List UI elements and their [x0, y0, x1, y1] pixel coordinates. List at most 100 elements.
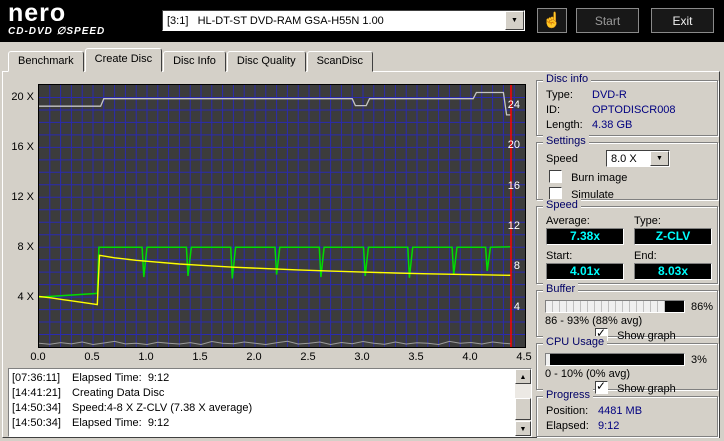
speed-select-value: 8.0 X [611, 152, 637, 165]
x-axis-tick: 1.0 [138, 351, 154, 363]
log-line: [14:41:21] Creating Data Disc [12, 387, 165, 399]
right-axis-tick: 16 [507, 179, 520, 192]
x-axis-tick: 0.5 [84, 351, 100, 363]
scroll-up-button[interactable]: ▲ [515, 369, 531, 384]
hand-icon: ☝ [542, 12, 562, 29]
burn-image-label: Burn image [571, 172, 628, 184]
left-axis-tick: 16 X [11, 141, 34, 154]
write-speed-chart: 24 20 16 12 8 4 [38, 84, 526, 348]
disc-info-title: Disc info [543, 73, 592, 85]
log-line: [14:50:34] Elapsed Time: 9:12 [12, 417, 170, 429]
nero-logo-text: nero [8, 0, 67, 27]
x-axis-tick: 4.5 [516, 351, 532, 363]
cpu-show-graph-label: Show graph [617, 383, 676, 395]
x-axis-tick: 3.5 [408, 351, 424, 363]
buffer-range-text: 86 - 93% (88% avg) [545, 315, 643, 327]
drive-select-dropdown-button[interactable]: ▼ [505, 11, 524, 30]
chart-x-axis-labels: 0.0 0.5 1.0 1.5 2.0 2.5 3.0 3.5 4.0 4.5 [30, 351, 538, 363]
disc-length-value: 4.38 GB [592, 119, 633, 131]
disc-id-label: ID: [546, 104, 561, 116]
elapsed-value: 9:12 [598, 420, 620, 432]
event-log: [07:36:11] Elapsed Time: 9:12 [14:41:21] Cr… [8, 368, 532, 437]
nero-cd-dvd-speed-window: nero CD-DVD ∅SPEED [3:1] HL-DT-ST DVD-RA… [0, 0, 724, 441]
start-button[interactable]: Start [576, 8, 639, 33]
position-value: 4481 MB [598, 405, 643, 417]
scroll-down-button[interactable]: ▼ [515, 421, 531, 436]
right-axis-tick: 24 [507, 99, 520, 112]
left-axis-tick: 8 X [17, 241, 34, 254]
disc-type-value: DVD-R [592, 89, 627, 101]
left-axis-tick: 12 X [11, 191, 34, 204]
tab-disc-info[interactable]: Disc Info [163, 51, 226, 72]
disc-info-group: Disc info Type: DVD-R ID: OPTODISCR008 Len… [536, 73, 718, 136]
buffer-show-graph-label: Show graph [617, 330, 676, 342]
chart-left-axis-labels: 20 X 16 X 12 X 8 X 4 X [4, 85, 34, 347]
chart-canvas [39, 85, 525, 347]
tab-scandisc[interactable]: ScanDisc [306, 51, 374, 72]
speed-label: Speed [546, 152, 578, 165]
exit-button[interactable]: Exit [651, 8, 714, 33]
progress-group: Progress Position: 4481 MB Elapsed: 9:12 [536, 389, 718, 437]
buffer-progress-fill [546, 301, 665, 312]
buffer-title: Buffer [543, 283, 579, 295]
average-speed-value: 7.38x [546, 228, 624, 245]
cpu-progress-fill [546, 354, 551, 365]
speed-select-dropdown-button[interactable]: ▼ [650, 151, 669, 166]
x-axis-tick: 2.0 [246, 351, 262, 363]
tab-bar: Benchmark Create Disc Disc Info Disc Qualit… [8, 48, 374, 72]
buffer-group: Buffer 86% 86 - 93% (88% avg) Show graph [536, 283, 718, 342]
progress-title: Progress [543, 389, 594, 401]
start-speed-label: Start: [546, 250, 573, 262]
start-speed-value: 4.01x [546, 263, 624, 280]
right-axis-tick: 12 [507, 220, 520, 233]
tab-disc-quality[interactable]: Disc Quality [226, 51, 306, 72]
log-line: [14:50:34] Speed:4-8 X Z-CLV (7.38 X aver… [12, 402, 253, 414]
speed-select-combobox[interactable]: 8.0 X ▼ [606, 150, 670, 167]
elapsed-label: Elapsed: [546, 420, 589, 432]
speed-type-value: Z-CLV [634, 228, 712, 245]
right-axis-tick: 20 [507, 139, 520, 152]
drive-select-combobox[interactable]: [3:1] HL-DT-ST DVD-RAM GSA-H55N 1.00 ▼ [162, 10, 525, 31]
position-label: Position: [546, 405, 589, 417]
cpu-percent: 3% [691, 353, 707, 366]
end-speed-value: 8.03x [634, 263, 712, 280]
burn-image-checkbox[interactable] [549, 170, 562, 183]
average-label: Average: [546, 215, 590, 227]
header-bar: nero CD-DVD ∅SPEED [3:1] HL-DT-ST DVD-RA… [0, 0, 724, 42]
cpu-usage-group: CPU Usage 3% 0 - 10% (0% avg) Show graph [536, 336, 718, 395]
x-axis-tick: 1.5 [192, 351, 208, 363]
tab-create-disc[interactable]: Create Disc [84, 48, 163, 72]
x-axis-tick: 2.5 [300, 351, 316, 363]
buffer-progress-bar [545, 300, 685, 313]
tab-benchmark[interactable]: Benchmark [8, 51, 84, 72]
cd-dvd-speed-logo-text: CD-DVD ∅SPEED [8, 26, 106, 37]
settings-title: Settings [543, 135, 589, 147]
left-axis-tick: 4 X [17, 291, 34, 304]
event-log-lines: [07:36:11] Elapsed Time: 9:12 [14:41:21] Cr… [12, 371, 513, 434]
type-label: Type: [634, 215, 661, 227]
cpu-usage-title: CPU Usage [543, 336, 608, 348]
buffer-percent: 86% [691, 300, 714, 313]
disc-length-label: Length: [546, 119, 583, 131]
disc-type-label: Type: [546, 89, 573, 101]
cpu-range-text: 0 - 10% (0% avg) [545, 368, 630, 380]
end-speed-label: End: [634, 250, 657, 262]
nero-logo: nero CD-DVD ∅SPEED [8, 1, 105, 37]
settings-group: Settings Speed 8.0 X ▼ Burn image Simula… [536, 135, 718, 201]
right-axis-tick: 4 [513, 300, 520, 313]
log-scrollbar[interactable]: ▲ ▼ [515, 369, 531, 436]
cpu-show-graph-checkbox[interactable] [595, 379, 608, 394]
cpu-progress-bar [545, 353, 685, 366]
drive-select-value: [3:1] HL-DT-ST DVD-RAM GSA-H55N 1.00 [167, 14, 384, 27]
speed-title: Speed [543, 199, 581, 211]
speed-group: Speed Average: Type: 7.38x Z-CLV Start: … [536, 199, 718, 284]
x-axis-tick: 3.0 [354, 351, 370, 363]
right-axis-tick: 8 [513, 260, 520, 273]
chevron-down-icon: ▼ [656, 154, 663, 162]
hand-tool-button[interactable]: ☝ [537, 8, 567, 33]
scroll-thumb[interactable] [515, 398, 531, 420]
disc-id-value: OPTODISCR008 [592, 104, 676, 116]
x-axis-tick: 0.0 [30, 351, 46, 363]
x-axis-tick: 4.0 [462, 351, 478, 363]
log-line: [07:36:11] Elapsed Time: 9:12 [12, 372, 170, 384]
